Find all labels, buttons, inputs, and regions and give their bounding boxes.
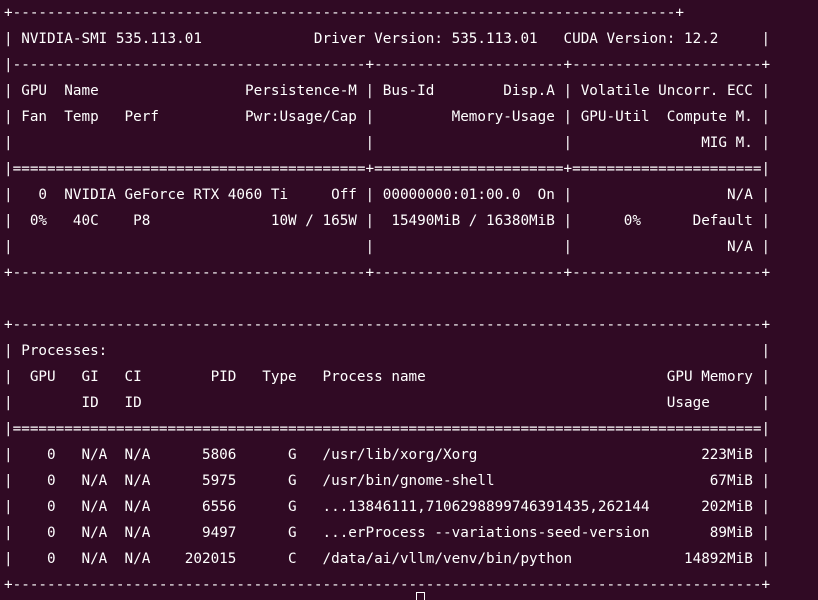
terminal-window[interactable]: +---------------------------------------…: [0, 0, 818, 600]
gpu-row-2: | 0% 40C P8 10W / 165W | 15490MiB / 1638…: [4, 213, 771, 229]
process-row: | 0 N/A N/A 5975 G /usr/bin/gnome-shell …: [4, 473, 771, 489]
header-separator: |=======================================…: [4, 161, 771, 177]
processes-header-1: | GPU GI CI PID Type Process name GPU Me…: [4, 369, 771, 385]
processes-separator: |=======================================…: [4, 421, 771, 437]
text-cursor: [416, 592, 425, 600]
process-row: | 0 N/A N/A 5806 G /usr/lib/xorg/Xorg 22…: [4, 447, 771, 463]
process-row: | 0 N/A N/A 9497 G ...erProcess --variat…: [4, 525, 771, 541]
gpu-header-row-1: | GPU Name Persistence-M | Bus-Id Disp.A…: [4, 83, 771, 99]
gpu-row-3: | | | N/A |: [4, 239, 771, 255]
border-bottom: +---------------------------------------…: [4, 265, 771, 281]
gpu-header-row-2: | Fan Temp Perf Pwr:Usage/Cap | Memory-U…: [4, 109, 771, 125]
process-row: | 0 N/A N/A 6556 G ...13846111,710629889…: [4, 499, 771, 515]
border-top: +---------------------------------------…: [4, 5, 684, 21]
processes-border-bottom: +---------------------------------------…: [4, 577, 771, 593]
processes-title: | Processes: |: [4, 343, 771, 359]
processes-border-top: +---------------------------------------…: [4, 317, 771, 333]
gpu-row-1: | 0 NVIDIA GeForce RTX 4060 Ti Off | 000…: [4, 187, 771, 203]
process-row: | 0 N/A N/A 202015 C /data/ai/vllm/venv/…: [4, 551, 771, 567]
smi-version-header: | NVIDIA-SMI 535.113.01 Driver Version: …: [4, 31, 771, 47]
gpu-header-row-3: | | | MIG M. |: [4, 135, 771, 151]
divider: |---------------------------------------…: [4, 57, 771, 73]
processes-header-2: | ID ID Usage |: [4, 395, 771, 411]
